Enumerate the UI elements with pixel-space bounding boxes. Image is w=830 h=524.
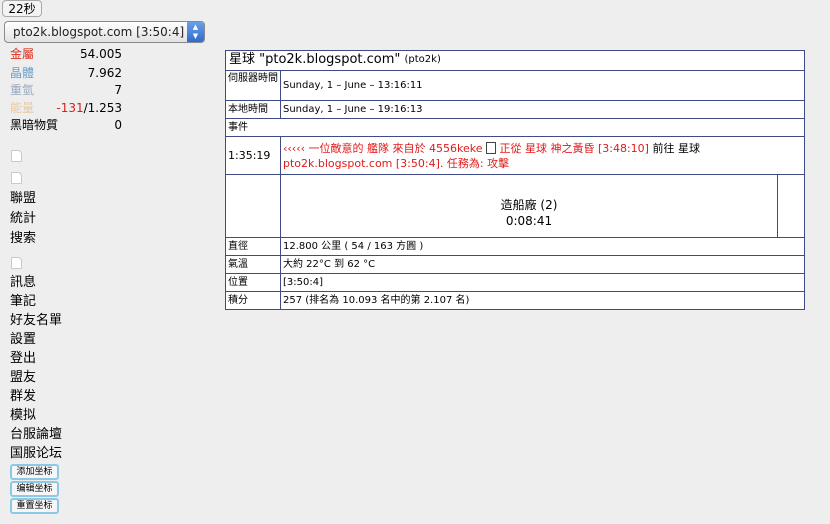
menu-item-allies[interactable]: 盟友	[10, 368, 36, 387]
events-label: 事件	[228, 122, 248, 133]
score-value: 257 (排名為 10.093 名中的第 2.107 名)	[283, 295, 470, 306]
menu-item-messages[interactable]: 訊息	[10, 273, 36, 292]
menu-item-cn-forum[interactable]: 国服论坛	[10, 444, 62, 463]
reset-coordinate-button[interactable]: 重置坐标	[10, 498, 59, 514]
menu-item-buddy-list[interactable]: 好友名單	[10, 311, 62, 330]
page-icon[interactable]	[11, 257, 22, 269]
local-time-value: Sunday, 1 – June – 19:16:13	[283, 104, 423, 115]
menu-item-logout[interactable]: 登出	[10, 349, 36, 368]
energy-deficit: -131	[56, 101, 84, 115]
resource-deuterium: 重氫 7	[10, 82, 122, 98]
diameter-label: 直徑	[226, 238, 281, 255]
menu-item-mass-message[interactable]: 群发	[10, 387, 36, 406]
event-text-heading: 前往 星球	[652, 142, 700, 155]
score-row: 積分 257 (排名為 10.093 名中的第 2.107 名)	[226, 291, 804, 309]
resource-name: 重氫	[10, 83, 35, 97]
menu-item-notes[interactable]: 筆記	[10, 292, 36, 311]
events-header-row: 事件	[226, 118, 804, 136]
resource-value: -131/1.253	[56, 100, 122, 116]
event-text-target: pto2k.blogspot.com [3:50:4]. 任務為: 攻擊	[283, 157, 510, 170]
local-time-row: 本地時間 Sunday, 1 – June – 19:16:13	[226, 100, 804, 118]
event-row: 1:35:19 ‹‹‹‹‹ 一位敵意的 艦隊 來自於 4556keke 正從 星…	[226, 136, 804, 174]
panel-title: 星球 "pto2k.blogspot.com" (pto2k)	[226, 51, 804, 70]
page-icon[interactable]	[11, 150, 22, 162]
event-description: ‹‹‹‹‹ 一位敵意的 艦隊 來自於 4556keke 正從 星球 神之黃昏 […	[281, 137, 804, 174]
score-label: 積分	[226, 292, 281, 309]
menu-item-alliance[interactable]: 聯盟	[10, 189, 36, 208]
position-label: 位置	[226, 274, 281, 291]
page-icon[interactable]	[11, 172, 22, 184]
temperature-value: 大約 22°C 到 62 °C	[283, 259, 376, 270]
resource-energy: 能量 -131/1.253	[10, 100, 122, 116]
position-row: 位置 [3:50:4]	[226, 273, 804, 291]
position-value[interactable]: [3:50:4]	[281, 274, 804, 291]
resource-metal: 金屬 54.005	[10, 46, 122, 62]
resource-name: 金屬	[10, 47, 35, 61]
energy-capacity: /1.253	[83, 101, 122, 115]
event-text-origin: 正從 星球 神之黃昏 [3:48:10]	[499, 142, 649, 155]
server-time-row: 伺服器時間 Sunday, 1 – June – 13:16:11	[226, 70, 804, 100]
resource-name: 黑暗物質	[10, 118, 59, 132]
refresh-timer-button[interactable]: 22秒	[2, 0, 42, 17]
server-time-value: Sunday, 1 – June – 13:16:11	[283, 80, 423, 91]
menu-item-settings[interactable]: 設置	[10, 330, 36, 349]
event-countdown: 1:35:19	[226, 137, 281, 174]
overview-panel: 星球 "pto2k.blogspot.com" (pto2k) 伺服器時間 Su…	[225, 50, 805, 310]
temperature-label: 氣溫	[226, 256, 281, 273]
resource-value: 0	[114, 118, 122, 132]
local-time-label: 本地時間	[226, 101, 281, 118]
menu-item-search[interactable]: 搜索	[10, 229, 36, 248]
server-time-label: 伺服器時間	[226, 71, 281, 100]
planet-title: 星球 "pto2k.blogspot.com"	[229, 52, 401, 67]
menu-item-tw-forum[interactable]: 台服論壇	[10, 425, 62, 444]
diameter-value: 12.800 公里 ( 54 / 163 方圓 )	[283, 241, 424, 252]
build-countdown: 0:08:41	[505, 214, 553, 228]
diameter-row: 直徑 12.800 公里 ( 54 / 163 方圓 )	[226, 237, 804, 255]
menu-item-statistics[interactable]: 統計	[10, 209, 36, 228]
resource-dark-matter: 黑暗物質 0	[10, 117, 122, 133]
build-queue-row: 造船廠 (2) 0:08:41	[226, 174, 804, 237]
player-code: (pto2k)	[404, 54, 441, 65]
resource-value: 7	[114, 83, 122, 97]
resource-crystal: 晶體 7.962	[10, 65, 122, 81]
resource-name: 能量	[10, 101, 35, 115]
edit-coordinate-button[interactable]: 编辑坐标	[10, 481, 59, 497]
planet-select[interactable]: pto2k.blogspot.com [3:50:4] ▲ ▼	[4, 21, 205, 43]
temperature-row: 氣溫 大約 22°C 到 62 °C	[226, 255, 804, 273]
planet-select-value: pto2k.blogspot.com [3:50:4]	[13, 25, 185, 39]
resource-value: 54.005	[80, 47, 122, 61]
build-queue-cell: 造船廠 (2) 0:08:41	[281, 175, 778, 237]
message-icon[interactable]	[485, 142, 496, 154]
menu-item-simulator[interactable]: 模拟	[10, 406, 36, 425]
build-item-name: 造船廠 (2)	[500, 198, 558, 212]
add-coordinate-button[interactable]: 添加坐标	[10, 464, 59, 480]
hostile-arrows: ‹‹‹‹‹	[283, 142, 305, 155]
chevron-up-down-icon: ▲ ▼	[187, 22, 204, 42]
resource-value: 7.962	[87, 66, 122, 80]
event-text-attacker: 一位敵意的 艦隊 來自於 4556keke	[308, 142, 483, 155]
resource-name: 晶體	[10, 66, 35, 80]
